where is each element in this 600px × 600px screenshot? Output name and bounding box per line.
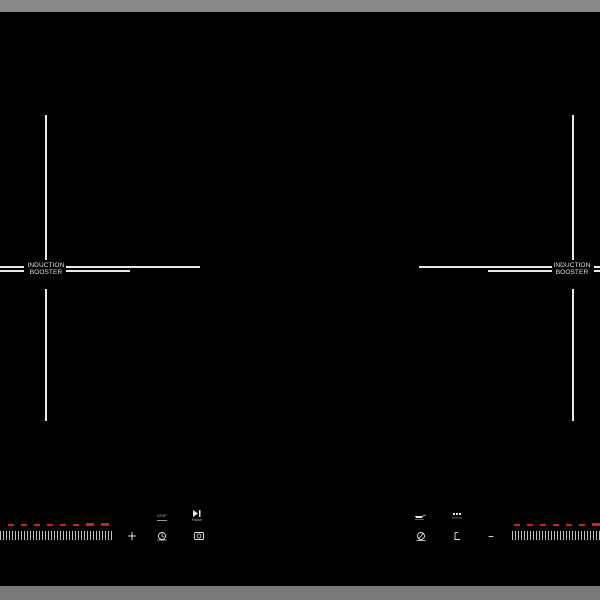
left-zone-booster-label[interactable]: INDUCTION BOOSTER (25, 262, 67, 276)
left-power-slider[interactable] (0, 531, 112, 540)
power-segment (514, 523, 520, 526)
left-zone-vertical-top (45, 115, 47, 260)
cooktop-frame: INDUCTION BOOSTER INDUCTION BOOSTER + ST… (0, 0, 600, 600)
power-segment (553, 523, 559, 526)
keep-warm-icon[interactable] (193, 531, 205, 541)
right-minus-button[interactable]: – (488, 530, 494, 542)
left-zone-horizontal-right-2 (66, 270, 130, 272)
left-zone-horizontal-left (0, 266, 24, 268)
power-segment (592, 523, 600, 526)
power-segment (8, 523, 14, 526)
left-zone-horizontal-left-2 (0, 270, 24, 272)
timer-icon[interactable] (156, 531, 168, 541)
power-segment (540, 523, 546, 526)
power-segment (527, 523, 533, 526)
left-stop-underline (157, 520, 167, 521)
power-segment (579, 523, 585, 526)
left-stop-label: STOP (157, 514, 167, 518)
left-zone-horizontal-right (66, 266, 200, 268)
power-segment (86, 523, 94, 526)
right-zone-horizontal-right-2 (594, 270, 600, 272)
play-pause-icon[interactable] (193, 510, 201, 517)
power-segment (101, 523, 109, 526)
right-power-slider[interactable] (512, 531, 600, 540)
right-zone-booster-label[interactable]: INDUCTION BOOSTER (551, 262, 593, 276)
power-segment (566, 523, 572, 526)
power-segment (34, 523, 40, 526)
power-segment (73, 523, 79, 526)
right-power-indicator (514, 523, 600, 526)
stop-go-icon[interactable] (415, 531, 427, 541)
pan-icon[interactable] (414, 512, 426, 520)
left-plus-button[interactable]: + (127, 530, 137, 542)
right-zone-horizontal-left-2 (488, 270, 552, 272)
left-pause-label: Pause (192, 518, 202, 522)
bridge-icon[interactable] (451, 512, 463, 520)
right-zone-horizontal-right (594, 266, 600, 268)
left-power-indicator (8, 523, 109, 526)
right-zone-vertical-bottom (572, 289, 574, 421)
right-zone-vertical-top (572, 115, 574, 260)
left-zone-vertical-bottom (45, 289, 47, 421)
child-lock-icon[interactable] (451, 531, 463, 541)
power-segment (60, 523, 66, 526)
right-zone-horizontal-left (419, 266, 552, 268)
power-segment (47, 523, 53, 526)
glass-surface: INDUCTION BOOSTER INDUCTION BOOSTER + ST… (0, 12, 600, 586)
power-segment (21, 523, 27, 526)
